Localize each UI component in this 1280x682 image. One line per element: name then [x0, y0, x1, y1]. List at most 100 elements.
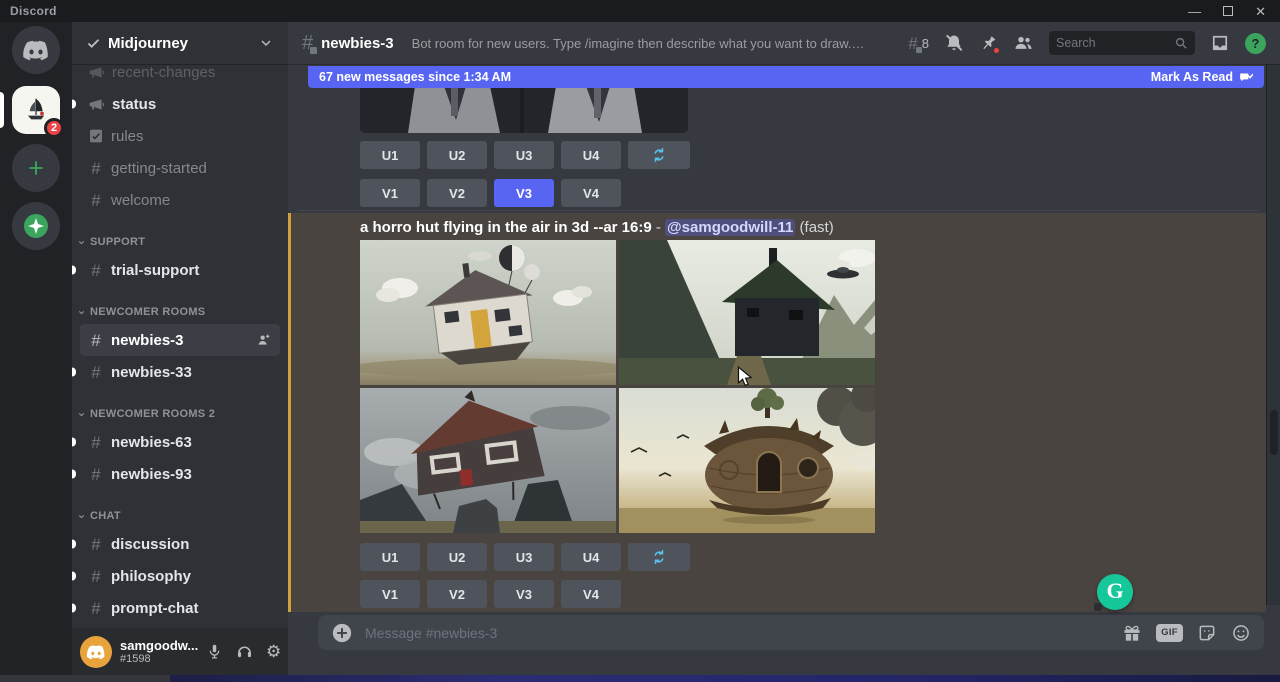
channel-label: rules: [111, 128, 144, 145]
invite-people-icon[interactable]: [256, 332, 272, 348]
category-newcomer-rooms-2[interactable]: NEWCOMER ROOMS 2: [72, 402, 288, 426]
chat-scrollbar[interactable]: [1266, 64, 1280, 605]
sidebar-item-trial-support[interactable]: # trial-support: [80, 254, 280, 286]
sidebar-item-getting-started[interactable]: # getting-started: [80, 152, 280, 184]
pin-badge: [992, 46, 1001, 55]
unread-pill: [72, 540, 76, 549]
attach-plus-icon[interactable]: [331, 622, 353, 644]
sidebar-item-rules[interactable]: rules: [80, 120, 280, 152]
settings-gear-icon[interactable]: ⚙: [266, 643, 281, 660]
new-messages-banner[interactable]: 67 new messages since 1:34 AM Mark As Re…: [308, 66, 1264, 88]
category-chat[interactable]: CHAT: [72, 504, 288, 528]
sidebar-item-recent-changes[interactable]: recent-changes: [80, 64, 280, 88]
user-info[interactable]: samgoodw... #1598: [120, 638, 198, 665]
message-input[interactable]: [365, 625, 1110, 641]
headphones-icon[interactable]: [236, 643, 253, 660]
search-input[interactable]: [1056, 36, 1170, 50]
upscaled-image-preview: [360, 86, 688, 133]
notifications-muted-bell-icon[interactable]: [944, 33, 964, 53]
mention-count-badge: 2: [44, 118, 64, 138]
sidebar-item-prompt-chat[interactable]: # prompt-chat: [80, 592, 280, 624]
threads-button[interactable]: # 8: [908, 35, 929, 52]
user-mention[interactable]: @samgoodwill-11: [665, 219, 795, 236]
reroll-button[interactable]: [628, 141, 690, 169]
channel-name: newbies-3: [321, 35, 394, 52]
emoji-icon[interactable]: [1231, 623, 1251, 643]
v3-button-active[interactable]: V3: [494, 179, 554, 207]
chevron-down-icon: [258, 35, 274, 51]
mark-as-read-button[interactable]: Mark As Read: [1151, 70, 1253, 84]
server-icon-midjourney[interactable]: 2: [12, 86, 60, 134]
search-box[interactable]: [1049, 31, 1195, 55]
v3-button[interactable]: V3: [494, 580, 554, 608]
sidebar-item-welcome[interactable]: # welcome: [80, 184, 280, 216]
chevron-down-icon: [77, 238, 86, 247]
scrollbar-thumb[interactable]: [1270, 410, 1278, 455]
u2-button[interactable]: U2: [427, 141, 487, 169]
avatar[interactable]: [80, 636, 112, 668]
sticker-icon[interactable]: [1197, 623, 1217, 643]
plus-icon: [26, 158, 46, 178]
explore-servers-button[interactable]: [12, 202, 60, 250]
message-image-partial[interactable]: [360, 86, 688, 133]
server-header[interactable]: Midjourney: [72, 22, 288, 64]
megaphone-icon: [88, 96, 105, 113]
hash-icon: #: [88, 160, 104, 177]
u4-button[interactable]: U4: [561, 543, 621, 571]
u1-button[interactable]: U1: [360, 141, 420, 169]
channel-label: newbies-63: [111, 434, 192, 451]
window-titlebar: Discord — ✕: [0, 0, 1280, 22]
microphone-icon[interactable]: [206, 643, 223, 660]
close-icon[interactable]: ✕: [1255, 5, 1266, 18]
gif-icon[interactable]: GIF: [1156, 624, 1183, 642]
home-button[interactable]: [12, 26, 60, 74]
taskbar-edge-highlight: [170, 675, 1280, 682]
unread-pill: [72, 100, 76, 109]
grid-image-1-balloon-house[interactable]: [360, 240, 616, 385]
pinned-messages-button[interactable]: [979, 34, 998, 53]
channel-topic[interactable]: Bot room for new users. Type /imagine th…: [412, 36, 867, 51]
v4-button[interactable]: V4: [561, 580, 621, 608]
channel-label: discussion: [111, 536, 189, 553]
v1-button[interactable]: V1: [360, 580, 420, 608]
member-list-icon[interactable]: [1013, 33, 1034, 53]
grid-image-2-mountain-cabin[interactable]: [619, 240, 875, 385]
window-controls: — ✕: [1188, 5, 1270, 18]
upscale-button-row: U1 U2 U3 U4: [360, 141, 690, 169]
gift-icon[interactable]: [1122, 623, 1142, 643]
owl-house-art: [619, 388, 875, 533]
grammarly-widget[interactable]: G: [1097, 574, 1133, 610]
sidebar-item-philosophy[interactable]: # philosophy: [80, 560, 280, 592]
maximize-icon[interactable]: [1223, 6, 1233, 16]
message-composer[interactable]: GIF: [318, 615, 1264, 650]
add-server-button[interactable]: [12, 144, 60, 192]
user-controls: ⚙: [206, 643, 285, 660]
category-label: CHAT: [90, 510, 121, 522]
category-support[interactable]: SUPPORT: [72, 230, 288, 254]
minimize-icon[interactable]: —: [1188, 5, 1201, 18]
sidebar-item-newbies-63[interactable]: # newbies-63: [80, 426, 280, 458]
sidebar-item-discussion[interactable]: # discussion: [80, 528, 280, 560]
v4-button[interactable]: V4: [561, 179, 621, 207]
v1-button[interactable]: V1: [360, 179, 420, 207]
sidebar-item-status[interactable]: status: [80, 88, 280, 120]
sidebar-item-newbies-3[interactable]: # newbies-3: [80, 324, 280, 356]
composer-area: GIF: [288, 612, 1280, 675]
u2-button[interactable]: U2: [427, 543, 487, 571]
u3-button[interactable]: U3: [494, 543, 554, 571]
grid-image-4-owl-house[interactable]: [619, 388, 875, 533]
category-label: NEWCOMER ROOMS 2: [90, 408, 215, 420]
u3-button[interactable]: U3: [494, 141, 554, 169]
v2-button[interactable]: V2: [427, 580, 487, 608]
channel-sidebar: Midjourney recent-changes status rules #…: [72, 22, 288, 675]
sidebar-item-newbies-93[interactable]: # newbies-93: [80, 458, 280, 490]
v2-button[interactable]: V2: [427, 179, 487, 207]
u1-button[interactable]: U1: [360, 543, 420, 571]
inbox-icon[interactable]: [1210, 33, 1230, 53]
u4-button[interactable]: U4: [561, 141, 621, 169]
category-newcomer-rooms[interactable]: NEWCOMER ROOMS: [72, 300, 288, 324]
help-icon[interactable]: ?: [1245, 33, 1266, 54]
sidebar-item-newbies-33[interactable]: # newbies-33: [80, 356, 280, 388]
reroll-button[interactable]: [628, 543, 690, 571]
grid-image-3-crooked-house[interactable]: [360, 388, 616, 533]
